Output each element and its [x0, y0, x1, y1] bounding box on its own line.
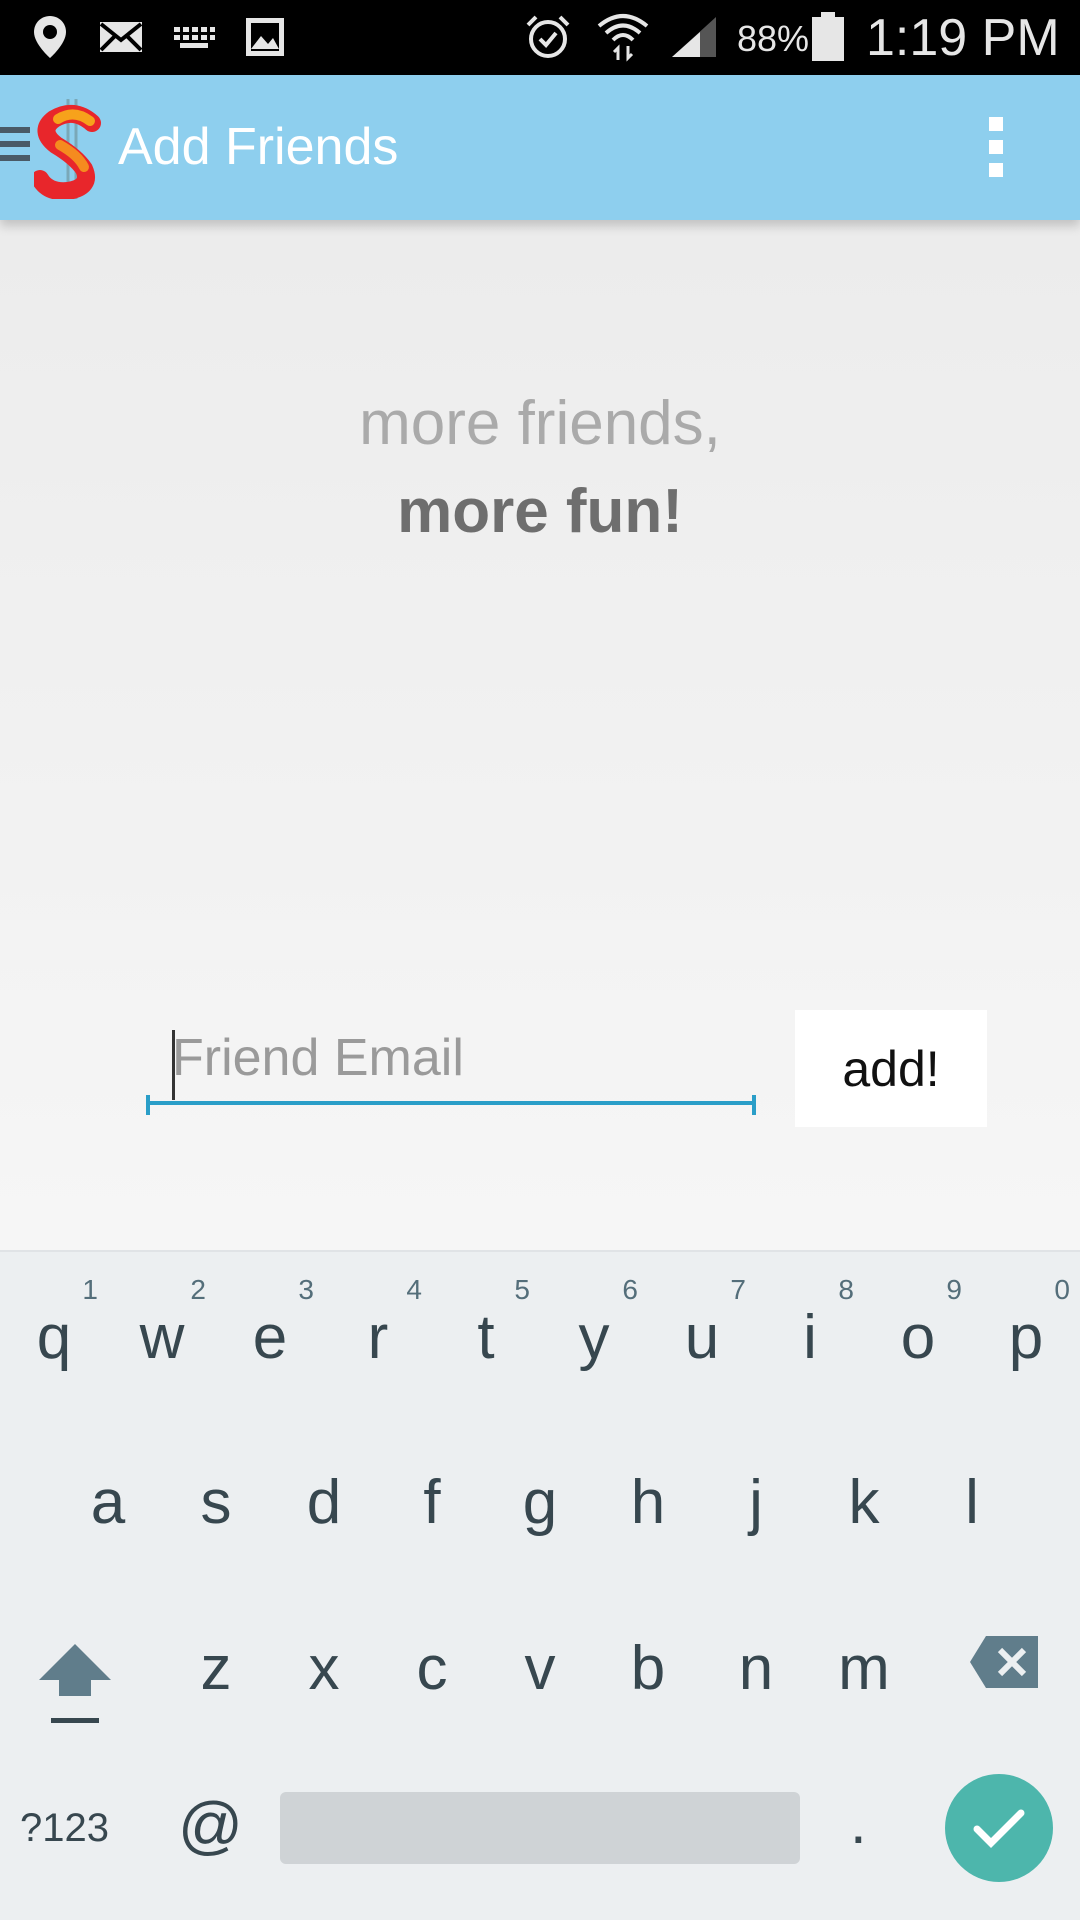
- text-cursor: [172, 1030, 175, 1100]
- friend-email-input[interactable]: [146, 1015, 756, 1105]
- hamburger-menu-icon[interactable]: [0, 127, 32, 169]
- key-n[interactable]: n: [702, 1598, 810, 1738]
- key-h[interactable]: h: [594, 1432, 702, 1572]
- key-c[interactable]: c: [378, 1598, 486, 1738]
- screen: 88% 1:19 PM Add Friends more friends, mo…: [0, 0, 1080, 1920]
- location-pin-icon: [30, 12, 70, 62]
- key-u[interactable]: 7u: [648, 1252, 756, 1392]
- key-v[interactable]: v: [486, 1598, 594, 1738]
- battery-percent: 88%: [737, 18, 810, 59]
- at-key[interactable]: @: [178, 1788, 243, 1862]
- input-underline-edge-right: [752, 1095, 756, 1115]
- overflow-menu-icon[interactable]: [985, 117, 1007, 179]
- key-x[interactable]: x: [270, 1598, 378, 1738]
- key-z[interactable]: z: [162, 1598, 270, 1738]
- image-icon: [244, 12, 286, 62]
- space-bar[interactable]: [280, 1792, 800, 1864]
- period-key[interactable]: .: [850, 1788, 867, 1857]
- symbols-key[interactable]: ?123: [20, 1792, 109, 1864]
- enter-check-icon[interactable]: [945, 1774, 1053, 1882]
- key-w[interactable]: 2w: [108, 1252, 216, 1392]
- key-m[interactable]: m: [810, 1598, 918, 1738]
- key-o[interactable]: 9o: [864, 1252, 972, 1392]
- key-b[interactable]: b: [594, 1598, 702, 1738]
- app-logo[interactable]: [31, 99, 108, 201]
- add-friend-button[interactable]: add!: [795, 1010, 987, 1127]
- shift-key-icon[interactable]: [35, 1632, 115, 1732]
- mail-icon: [98, 12, 144, 62]
- app-bar: Add Friends: [0, 75, 1080, 220]
- status-time: 1:19 PM: [866, 9, 1060, 67]
- battery-icon: [810, 12, 846, 62]
- wifi-icon: [596, 12, 650, 62]
- key-g[interactable]: g: [486, 1432, 594, 1572]
- key-p[interactable]: 0p: [972, 1252, 1080, 1392]
- alarm-icon: [524, 12, 572, 62]
- backspace-icon[interactable]: [968, 1632, 1040, 1692]
- signal-icon: [670, 12, 718, 62]
- key-y[interactable]: 6y: [540, 1252, 648, 1392]
- key-q[interactable]: 1q: [0, 1252, 108, 1392]
- status-bar: 88% 1:19 PM: [0, 0, 1080, 75]
- app-title: Add Friends: [118, 118, 399, 176]
- tagline-line-2: more fun!: [397, 477, 683, 546]
- key-f[interactable]: f: [378, 1432, 486, 1572]
- key-l[interactable]: l: [918, 1432, 1026, 1572]
- key-d[interactable]: d: [270, 1432, 378, 1572]
- tagline-line-1: more friends,: [359, 389, 721, 458]
- key-s[interactable]: s: [162, 1432, 270, 1572]
- key-t[interactable]: 5t: [432, 1252, 540, 1392]
- keyboard-icon: [172, 12, 216, 62]
- key-e[interactable]: 3e: [216, 1252, 324, 1392]
- input-underline-edge-left: [146, 1095, 150, 1115]
- key-j[interactable]: j: [702, 1432, 810, 1572]
- key-r[interactable]: 4r: [324, 1252, 432, 1392]
- key-a[interactable]: a: [54, 1432, 162, 1572]
- key-i[interactable]: 8i: [756, 1252, 864, 1392]
- soft-keyboard: 1q 2w 3e 4r 5t 6y 7u 8i 9o 0p a s d f g …: [0, 1250, 1080, 1920]
- key-k[interactable]: k: [810, 1432, 918, 1572]
